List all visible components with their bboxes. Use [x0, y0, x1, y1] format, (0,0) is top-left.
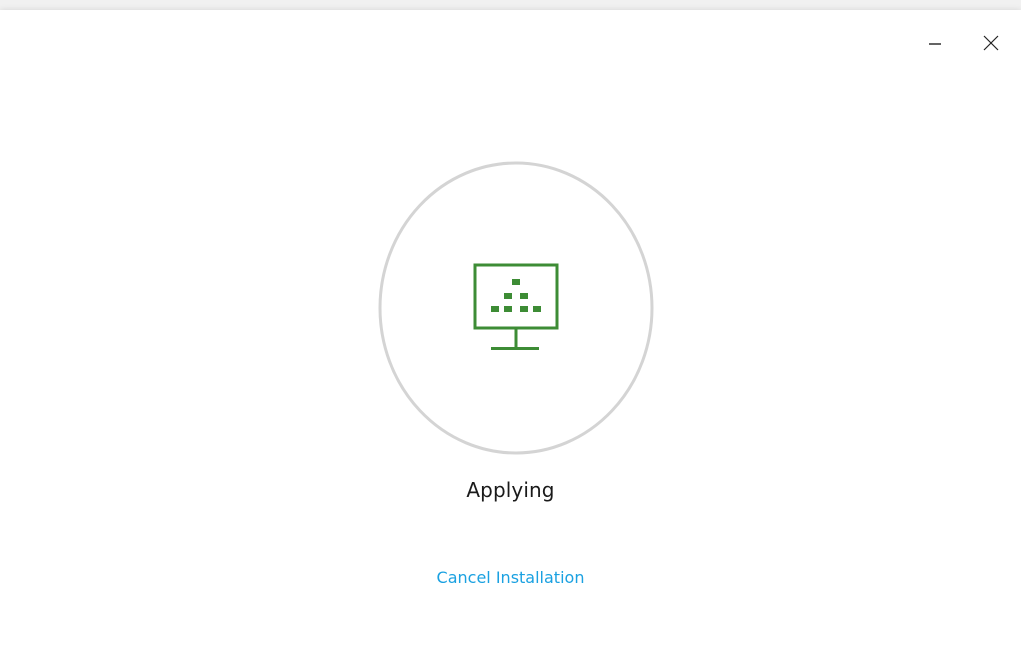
status-label: Applying: [466, 478, 555, 502]
monitor-pyramid-icon: [473, 263, 559, 350]
installer-window: Applying Cancel Installation: [0, 10, 1021, 650]
cancel-installation-link[interactable]: Cancel Installation: [0, 568, 1021, 587]
minimize-button[interactable]: [920, 29, 950, 57]
close-icon: [983, 35, 999, 51]
progress-ring: [377, 161, 655, 455]
close-button[interactable]: [976, 29, 1006, 57]
minimize-icon: [929, 43, 941, 45]
